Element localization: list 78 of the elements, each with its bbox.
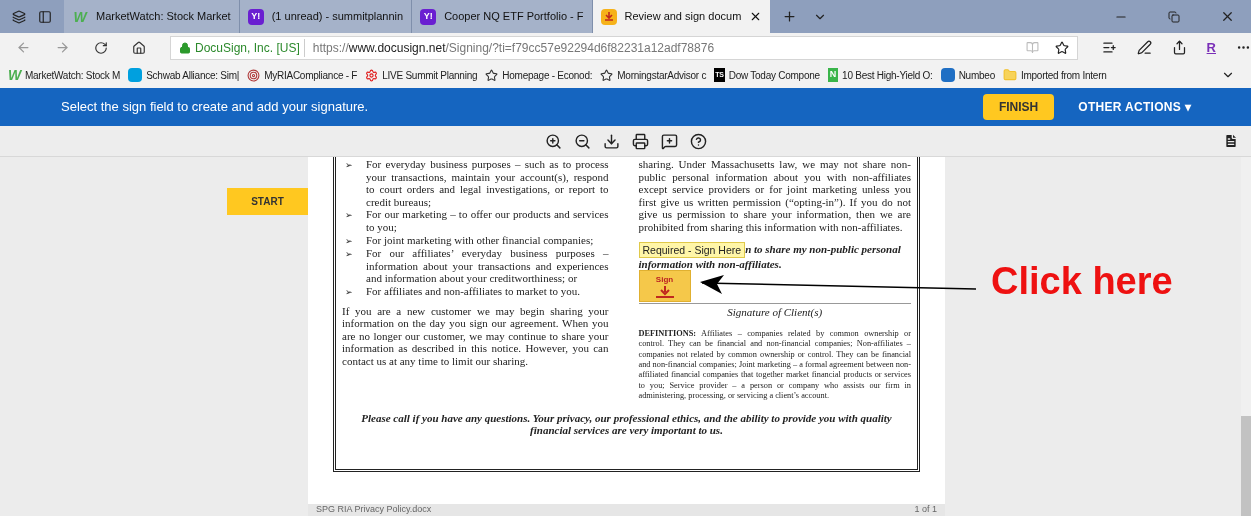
paragraph: If you are a new customer we may begin sharing your information on the day you sign our agreement. When you are no longer our customer, we may continue to share your information as described in this notice. However, you can contact us at any time to limit our sharing. [342,304,609,368]
target-icon [247,68,261,82]
favorite-link[interactable]: Numbeo [940,67,995,83]
print-icon[interactable] [631,132,649,150]
browser-tab[interactable]: Y! Cooper NQ ETF Portfolio - F [412,0,593,33]
bullet-marker: ➢ [345,160,353,170]
finish-button[interactable]: FINISH [982,94,1055,120]
gear-icon [365,68,379,82]
browser-tab[interactable]: W MarketWatch: Stock Market [64,0,240,33]
refresh-icon[interactable] [94,40,108,55]
share-icon[interactable] [1171,40,1187,55]
letter-logo-icon: Y! [420,8,437,25]
star-icon [485,68,499,82]
banner-message: Select the sign field to create and add your signature. [61,98,370,117]
folder-icon [1002,68,1017,82]
letter-logo-icon: W [72,9,88,24]
letter-logo-icon: W [8,68,21,82]
forward-icon[interactable] [55,40,70,55]
tabs-icon[interactable] [12,9,26,24]
zoom-in-icon[interactable] [544,132,562,150]
bullet-marker: ➢ [345,235,353,246]
definitions-text: DEFINITIONS: Affiliates – companies related by common ownership or control. They can be financial and non-financial companies; Non-affiliates – companies not related by common ownership or control. They can be financial and non-financial companies; Joint marketing – a formal agreement between non-affiliated financial companies that together market financial products or services to you; Service provider – a person or company who assists our firm in administering, processing, or servicing a client’s account. [638,328,911,402]
bullet-marker: ➢ [345,286,353,297]
square-logo-icon [128,68,143,82]
bullet-text: For joint marketing with other financial companies; [366,233,595,248]
lock-icon [179,41,191,54]
signature-caption: Signature of Client(s) [726,306,824,319]
favorite-link[interactable]: MorningstarAdvisor c [600,67,707,83]
file-name: SPG RIA Privacy Policy.docx [316,503,432,516]
browser-tab[interactable]: Y! (1 unread) - summitplannin [239,0,413,33]
star-icon [600,68,614,82]
scrollbar[interactable] [1241,157,1251,516]
bullet-text: For everyday business purposes – such as to process your transactions, maintain your account(s), respond to court orders and legal investigations, or report to credit bureaus; [366,158,609,209]
bullet-text: For our affiliates’ everyday business purposes – information about your transactions and experiences and information about your creditworthiness; or [366,247,609,285]
download-icon[interactable] [602,132,620,150]
favorite-link[interactable]: Homepage - Econod: [485,67,593,83]
site-identity: DocuSign, Inc. [US] [195,38,305,57]
close-icon[interactable] [1220,9,1235,24]
pen-icon[interactable] [1136,40,1152,55]
favorite-link[interactable]: Imported from Intern [1002,67,1107,83]
consent-text: n to share my non-public personal [745,243,901,256]
back-icon[interactable] [16,40,31,55]
letter-logo-icon: Y! [247,8,264,25]
zoom-out-icon[interactable] [573,132,591,150]
start-button[interactable]: START [227,188,308,215]
home-icon[interactable] [132,40,146,55]
square-logo-icon [940,68,955,82]
restore-icon[interactable] [1168,10,1180,23]
letter-logo-icon: N [827,68,839,82]
help-icon[interactable] [689,132,707,150]
bullet-text: For our marketing – to offer our products and services to you; [366,208,609,234]
new-tab-icon[interactable] [782,9,798,24]
closing-text: Please call if you have any questions. Your privacy, our professional ethics, and the ability to provide you with quality financial services are very important to us. [360,411,893,437]
favorite-link[interactable]: LIVE Summit Planning [365,67,478,83]
comment-icon[interactable] [660,132,678,150]
page-count: 1 of 1 [914,503,937,516]
bullet-marker: ➢ [345,249,353,260]
favorite-link[interactable]: W MarketWatch: Stock M [8,67,121,83]
consent-text: information with non-affiliates. [638,257,783,271]
down-arrow-icon [654,286,675,299]
url-text: https://www.docusign.net/Signing/?ti=f79cc57e92294d6f82231a12adf78876 [311,39,715,57]
sign-here-tag[interactable]: Required - Sign Here [638,241,746,258]
sign-field[interactable]: Sign [638,270,691,303]
callout-text: Click here [991,262,1173,300]
favorite-link[interactable]: N 10 Best High-Yield O: [827,67,933,83]
address-field[interactable]: DocuSign, Inc. [US] https://www.docusign.net/Signing/?ti=f79cc57e92294d6f82231a12adf78876 [170,35,1078,60]
bullet-text: For affiliates and non-affiliates to market to you. [366,284,582,299]
other-actions-button[interactable]: OTHER ACTIONS ▾ [1078,98,1191,116]
favorites-icon[interactable] [1101,40,1117,55]
bullet-marker: ➢ [345,210,353,221]
browser-tab[interactable]: Review and sign docum [592,0,771,33]
profile-letter[interactable]: R [1206,37,1216,58]
favorite-star-icon[interactable] [1054,40,1069,55]
document-icon[interactable] [1223,133,1239,149]
set-aside-icon[interactable] [38,9,52,24]
favorite-link[interactable]: Schwab Alliance: Sim| [128,67,240,83]
paragraph: sharing. Under Massachusetts law, we may not share non-public personal information about you with non-affiliates except service providers or for joint marketing unless you first give us written permission (“opting-in”). If you do not give us permission to share your information, then we are prohibited from sharing this information with non-affiliates. [638,158,911,234]
favorite-link[interactable]: MyRIACompliance - F [247,67,358,83]
